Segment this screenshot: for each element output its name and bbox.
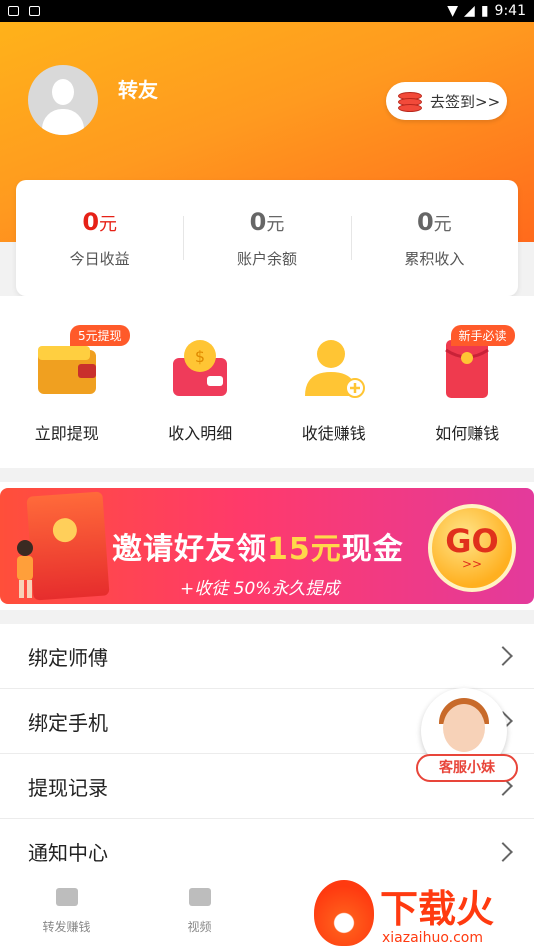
- wifi-icon: ▼: [447, 3, 459, 19]
- action-income-detail[interactable]: $ 收入明细: [134, 296, 268, 468]
- battery-icon: ▮: [480, 3, 489, 19]
- video-icon: [188, 888, 211, 906]
- list-item-bind-master[interactable]: 绑定师傅: [0, 624, 534, 689]
- action-withdraw[interactable]: 5元提现 立即提现: [0, 296, 134, 468]
- stat-label: 累积收入: [404, 249, 465, 268]
- earnings-card: 0元 今日收益 0元 账户余额 0元 累积收入: [16, 180, 518, 296]
- stat-value-wrap: 0元: [16, 208, 183, 236]
- stat-value-wrap: 0元: [183, 208, 350, 236]
- news-icon: [55, 888, 78, 906]
- tab-label: 视频: [187, 920, 212, 934]
- app-notification-icon: [29, 6, 40, 16]
- tab-share-earn[interactable]: 转发赚钱: [0, 874, 133, 950]
- avatar-body-shape: [42, 109, 84, 135]
- stat-total-income[interactable]: 0元 累积收入: [350, 208, 518, 269]
- list-item-label: 绑定师傅: [28, 645, 108, 670]
- stat-label: 账户余额: [236, 249, 297, 268]
- stat-value: 0: [249, 207, 267, 236]
- invite-banner[interactable]: 邀请好友领15元现金 +收徒 50%永久提成 GO >>: [0, 482, 534, 610]
- chevron-right-icon: [493, 646, 513, 666]
- checkin-button[interactable]: 去签到>>: [386, 82, 507, 120]
- stat-unit: 元: [433, 213, 452, 235]
- add-user-icon: [304, 340, 365, 398]
- svg-text:$: $: [195, 347, 205, 366]
- checkin-label: 去签到>>: [430, 92, 501, 111]
- envelope-seal-icon: [52, 517, 78, 543]
- stat-label: 今日收益: [69, 249, 130, 268]
- coin-wallet-icon: $: [173, 340, 228, 396]
- action-label: 如何赚钱: [435, 424, 500, 443]
- stat-value: 0: [416, 207, 434, 236]
- go-button[interactable]: GO >>: [428, 504, 516, 592]
- quick-actions: 5元提现 立即提现 $ 收入明细 收徒赚钱 新手必读 如何赚钱: [0, 296, 534, 468]
- banner-subtitle: +收徒 50%永久提成: [180, 579, 340, 599]
- action-badge: 5元提现: [70, 325, 130, 346]
- girl-illustration: [17, 540, 33, 598]
- stat-unit: 元: [266, 213, 285, 235]
- chevron-right-icon: [493, 841, 513, 862]
- action-how-to-earn[interactable]: 新手必读 如何赚钱: [401, 296, 534, 468]
- banner-title-suffix: 现金: [341, 532, 404, 567]
- banner-title-highlight: 15元: [267, 532, 342, 567]
- stat-value-wrap: 0元: [351, 208, 518, 236]
- action-badge: 新手必读: [450, 325, 515, 346]
- notification-icon: [8, 6, 19, 16]
- tab-label: 转发赚钱: [42, 920, 91, 934]
- stat-balance[interactable]: 0元 账户余额: [183, 208, 350, 269]
- banner-title-prefix: 邀请好友领: [112, 532, 267, 567]
- action-label: 立即提现: [34, 424, 99, 443]
- watermark-sub: xiazaihuo.com: [382, 930, 483, 946]
- avatar[interactable]: [28, 65, 98, 135]
- tab-video[interactable]: 视频: [133, 874, 266, 950]
- stat-today-income[interactable]: 0元 今日收益: [16, 208, 183, 269]
- coin-stack-icon: [398, 90, 424, 112]
- list-item-label: 绑定手机: [28, 710, 108, 735]
- banner-title: 邀请好友领15元现金: [112, 524, 404, 568]
- watermark-text: 下载火: [380, 887, 495, 931]
- watermark: 下载火 xiazaihuo.com: [310, 876, 534, 950]
- flame-logo-icon: [314, 880, 374, 946]
- action-label: 收徒赚钱: [301, 424, 366, 443]
- status-time: 9:41: [494, 3, 526, 19]
- stat-value: 0: [82, 207, 100, 236]
- action-label: 收入明细: [168, 424, 233, 443]
- status-bar: ▼ ◢ ▮ 9:41: [0, 0, 534, 22]
- go-label: GO: [445, 522, 499, 560]
- list-item-label: 通知中心: [28, 841, 108, 865]
- banner-background: 邀请好友领15元现金 +收徒 50%永久提成 GO >>: [0, 488, 534, 604]
- action-recruit[interactable]: 收徒赚钱: [267, 296, 401, 468]
- avatar-head-shape: [52, 79, 74, 105]
- customer-service-button[interactable]: 客服小妹: [416, 688, 518, 786]
- stat-unit: 元: [99, 213, 118, 235]
- list-item-label: 提现记录: [28, 775, 108, 800]
- signal-icon: ◢: [464, 3, 475, 19]
- go-arrows: >>: [461, 557, 483, 571]
- username: 转友: [118, 78, 158, 102]
- support-face-shape: [443, 704, 485, 752]
- support-label: 客服小妹: [416, 754, 518, 782]
